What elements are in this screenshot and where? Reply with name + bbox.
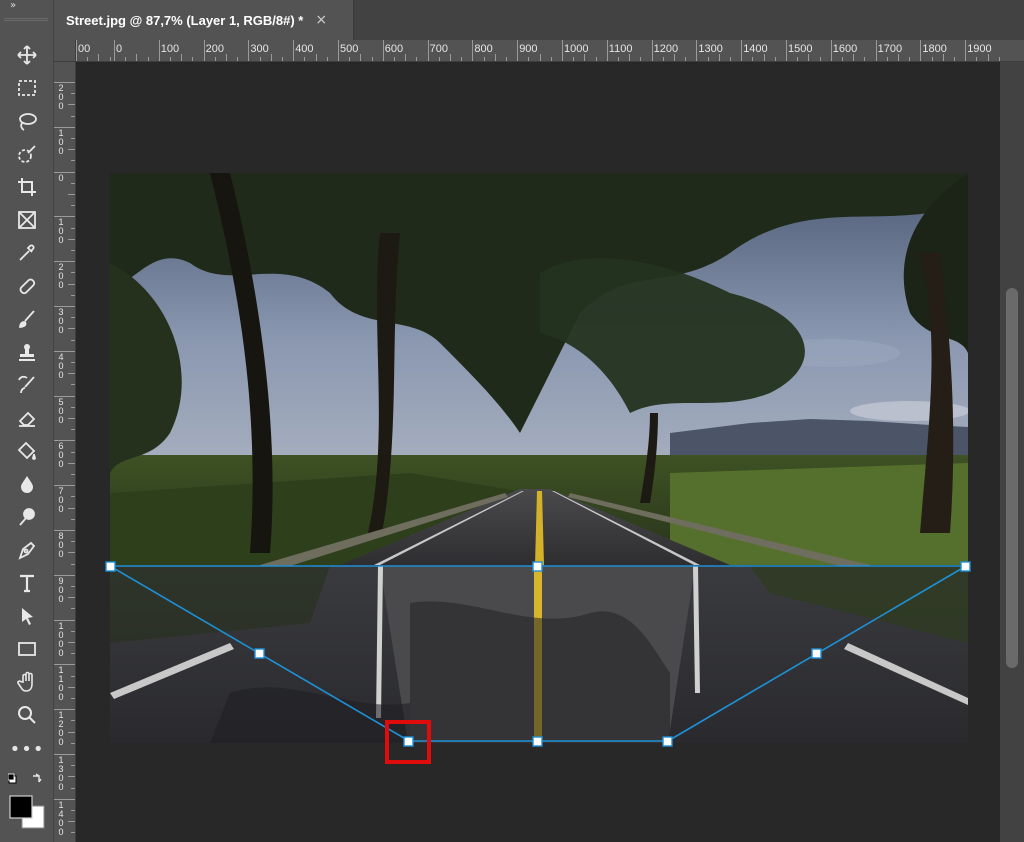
transform-handle-top-middle[interactable] [532,561,543,572]
transform-handle-right-middle[interactable] [811,648,822,659]
warp-grid-lines [109,565,967,742]
transform-handle-top-left[interactable] [105,561,116,572]
transform-handle-bottom-middle[interactable] [532,736,543,747]
photoshop-window: » ••• Street.jpg @ 87,7% (Layer 1, RGB/8… [0,0,1024,842]
highlighted-handle-marker [385,720,431,764]
transform-handle-left-middle[interactable] [254,648,265,659]
perspective-warp-overlay [105,561,971,747]
transform-handle-bottom-right[interactable] [662,736,673,747]
transform-handle-top-right[interactable] [960,561,971,572]
